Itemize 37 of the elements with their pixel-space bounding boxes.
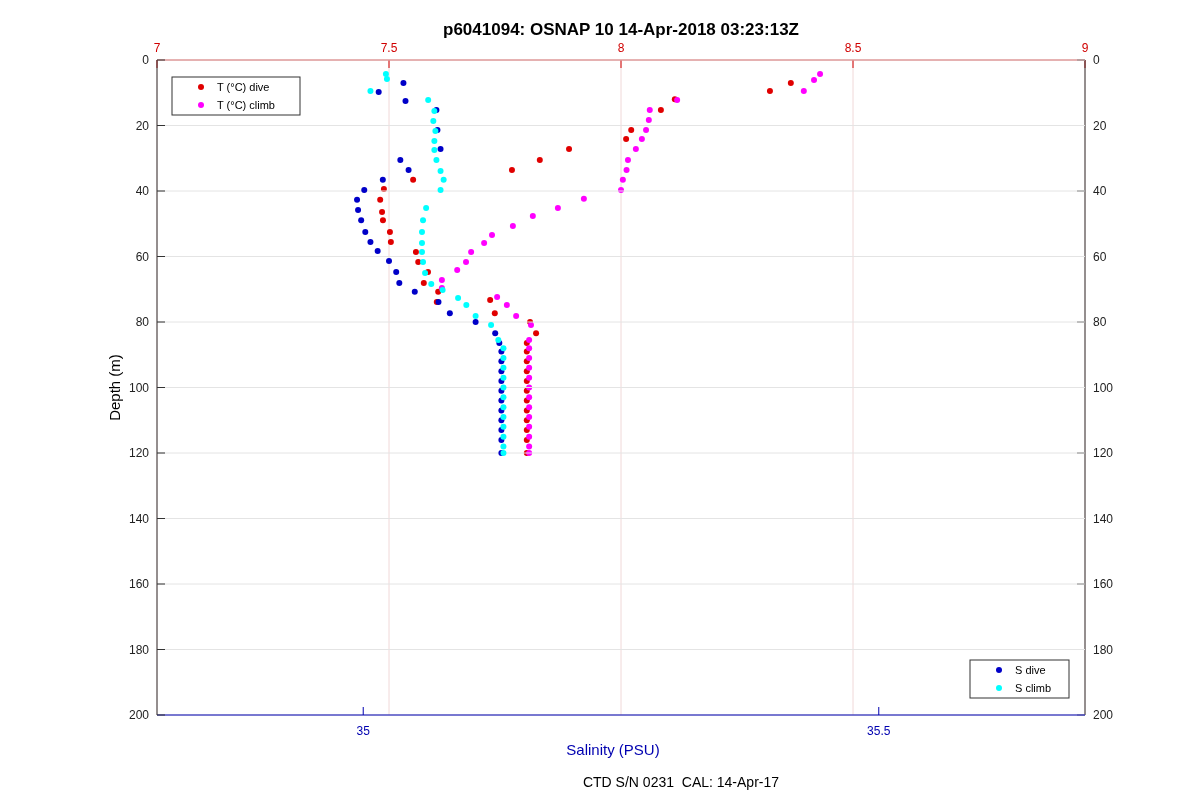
tick-label: 100 <box>128 380 149 395</box>
tick-label: 140 <box>1093 511 1114 526</box>
tick-label: 7 <box>153 41 161 55</box>
tick-label: 35.5 <box>867 724 891 738</box>
tick-label: 180 <box>1093 642 1114 657</box>
axis-label: Salinity (PSU) <box>566 741 660 758</box>
tick-label: 180 <box>128 642 149 657</box>
tick-label: 20 <box>135 118 149 133</box>
tick-label: 60 <box>135 249 149 264</box>
tick-label: 80 <box>135 315 149 329</box>
tick-label: 8 <box>617 41 625 55</box>
tick-label: 120 <box>1093 446 1114 460</box>
tick-label: 0 <box>142 53 149 67</box>
axis-label: Depth (m) <box>106 354 123 421</box>
legend-label: T (°C) dive <box>217 81 270 93</box>
tick-label: 8.5 <box>844 41 862 55</box>
tick-label: 80 <box>1093 315 1107 329</box>
tick-label: 200 <box>1093 708 1114 722</box>
calibration-note: CTD S/N 0231 CAL: 14-Apr-17 <box>582 774 780 790</box>
tick-label: 40 <box>1093 184 1107 198</box>
tick-label: 120 <box>128 446 149 460</box>
tick-label: 0 <box>1093 53 1100 67</box>
tick-label: 100 <box>1093 380 1114 395</box>
tick-label: 60 <box>1093 249 1107 264</box>
tick-label: 7.5 <box>380 41 398 55</box>
legend-label: T (°C) climb <box>217 99 275 111</box>
tick-label: 35 <box>356 724 370 738</box>
chart-title: p6041094: OSNAP 10 14-Apr-2018 03:23:13Z <box>443 20 799 40</box>
tick-label: 20 <box>1093 118 1107 133</box>
tick-label: 40 <box>135 184 149 198</box>
tick-label: 9 <box>1081 41 1089 55</box>
legend-label: S dive <box>1015 664 1046 676</box>
tick-label: 160 <box>128 577 149 591</box>
tick-label: 200 <box>128 708 149 722</box>
legend-label: S climb <box>1015 682 1052 694</box>
tick-label: 160 <box>1093 577 1114 591</box>
tick-label: 140 <box>128 511 149 526</box>
